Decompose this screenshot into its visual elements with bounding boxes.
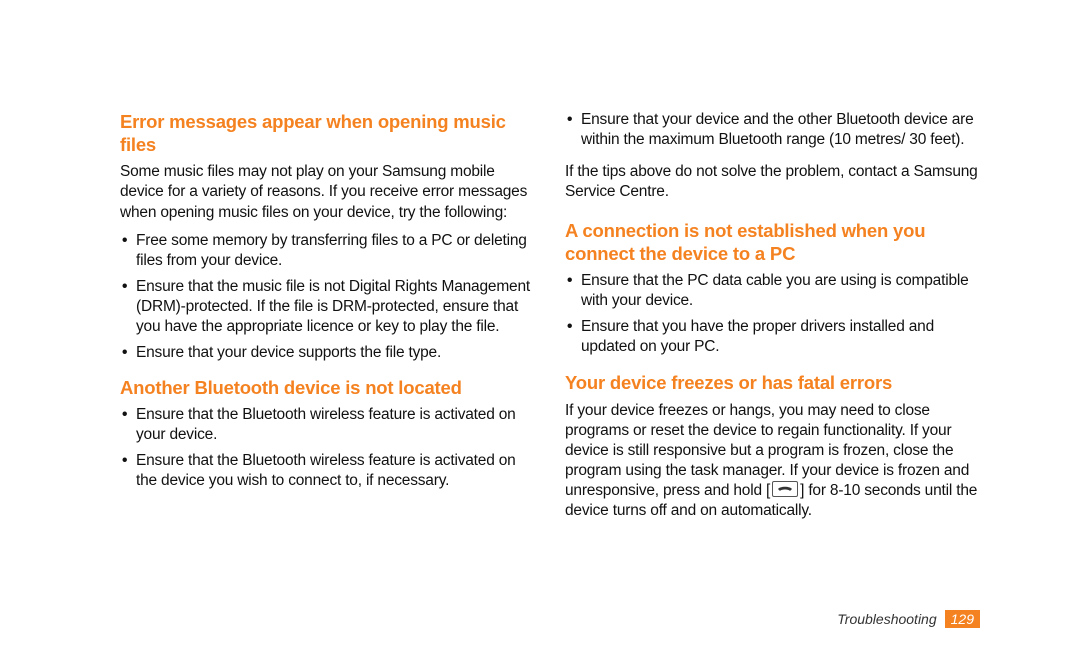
list-item: Ensure that the Bluetooth wireless featu… — [120, 451, 535, 491]
list-item: Ensure that your device supports the fil… — [120, 343, 535, 363]
list-bluetooth-tips: Ensure that the Bluetooth wireless featu… — [120, 405, 535, 492]
list-item: Ensure that you have the proper drivers … — [565, 317, 980, 357]
footer-section-name: Troubleshooting — [837, 611, 936, 627]
list-bluetooth-range: Ensure that your device and the other Bl… — [565, 110, 980, 150]
list-pc-connection-tips: Ensure that the PC data cable you are us… — [565, 271, 980, 358]
left-column: Error messages appear when opening music… — [120, 110, 535, 529]
paragraph-contact-service: If the tips above do not solve the probl… — [565, 162, 980, 202]
right-column: Ensure that your device and the other Bl… — [565, 110, 980, 529]
list-item: Ensure that the music file is not Digita… — [120, 277, 535, 337]
heading-bluetooth-not-located: Another Bluetooth device is not located — [120, 376, 535, 399]
list-item: Free some memory by transferring files t… — [120, 231, 535, 271]
heading-music-error: Error messages appear when opening music… — [120, 110, 535, 156]
heading-device-freezes: Your device freezes or has fatal errors — [565, 371, 980, 394]
footer-page-number: 129 — [945, 610, 980, 628]
list-item: Ensure that your device and the other Bl… — [565, 110, 980, 150]
paragraph-music-error-intro: Some music files may not play on your Sa… — [120, 162, 535, 222]
list-music-error-tips: Free some memory by transferring files t… — [120, 231, 535, 364]
list-item: Ensure that the Bluetooth wireless featu… — [120, 405, 535, 445]
two-column-layout: Error messages appear when opening music… — [120, 110, 980, 529]
paragraph-device-freezes: If your device freezes or hangs, you may… — [565, 401, 980, 522]
list-item: Ensure that the PC data cable you are us… — [565, 271, 980, 311]
heading-pc-connection: A connection is not established when you… — [565, 219, 980, 265]
page-footer: Troubleshooting 129 — [837, 610, 980, 628]
manual-page: Error messages appear when opening music… — [0, 0, 1080, 650]
end-call-key-icon — [772, 481, 798, 497]
